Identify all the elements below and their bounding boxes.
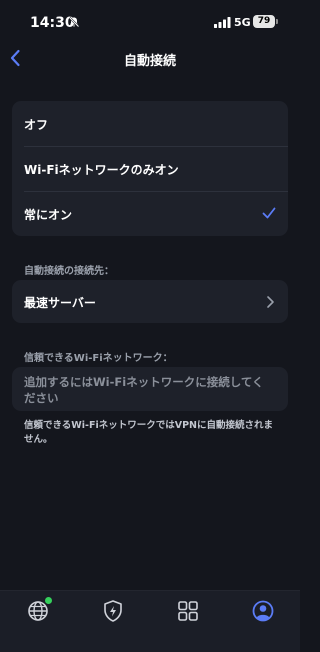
option-off[interactable]: オフ	[12, 101, 288, 146]
chevron-right-icon	[267, 296, 274, 308]
destination-section-label: 自動接続の接続先：	[24, 266, 114, 277]
network-type: 5G	[234, 16, 251, 29]
bell-slash-icon	[68, 16, 80, 28]
option-label: 常にオン	[24, 208, 73, 222]
signal-icon	[214, 17, 231, 28]
battery-icon: 79	[253, 15, 275, 28]
server-value: 最速サーバー	[24, 296, 96, 310]
option-label: オフ	[24, 118, 49, 132]
auto-connect-options: オフ Wi-Fiネットワークのみオン 常にオン	[12, 101, 288, 236]
option-always-on[interactable]: 常にオン	[12, 191, 288, 236]
online-status-dot	[45, 597, 52, 604]
page-title: 自動接続	[123, 54, 176, 69]
option-wifi-only[interactable]: Wi-Fiネットワークのみオン	[12, 146, 288, 191]
tab-features[interactable]	[175, 598, 201, 624]
tab-bar	[0, 590, 300, 652]
grid-icon	[178, 601, 198, 621]
trusted-wifi-footnote: 信頼できるWi-FiネットワークではVPNに自動接続されません。	[24, 420, 274, 445]
option-label: Wi-Fiネットワークのみオン	[24, 163, 179, 177]
status-bar: 14:30 5G 79	[0, 0, 300, 44]
tab-protection[interactable]	[100, 598, 126, 624]
checkmark-icon	[262, 207, 276, 219]
shield-bolt-icon	[104, 600, 122, 622]
trusted-wifi-placeholder: 追加するにはWi-Fiネットワークに接続してください	[24, 375, 264, 405]
battery-tip	[276, 19, 278, 24]
profile-icon	[252, 600, 274, 622]
tab-profile[interactable]	[250, 598, 276, 624]
tab-locations[interactable]	[25, 597, 52, 624]
trusted-wifi-list: 追加するにはWi-Fiネットワークに接続してください	[12, 367, 288, 411]
destination-server-row[interactable]: 最速サーバー	[12, 280, 288, 323]
trusted-wifi-section-label: 信頼できるWi-Fiネットワーク：	[24, 353, 173, 364]
